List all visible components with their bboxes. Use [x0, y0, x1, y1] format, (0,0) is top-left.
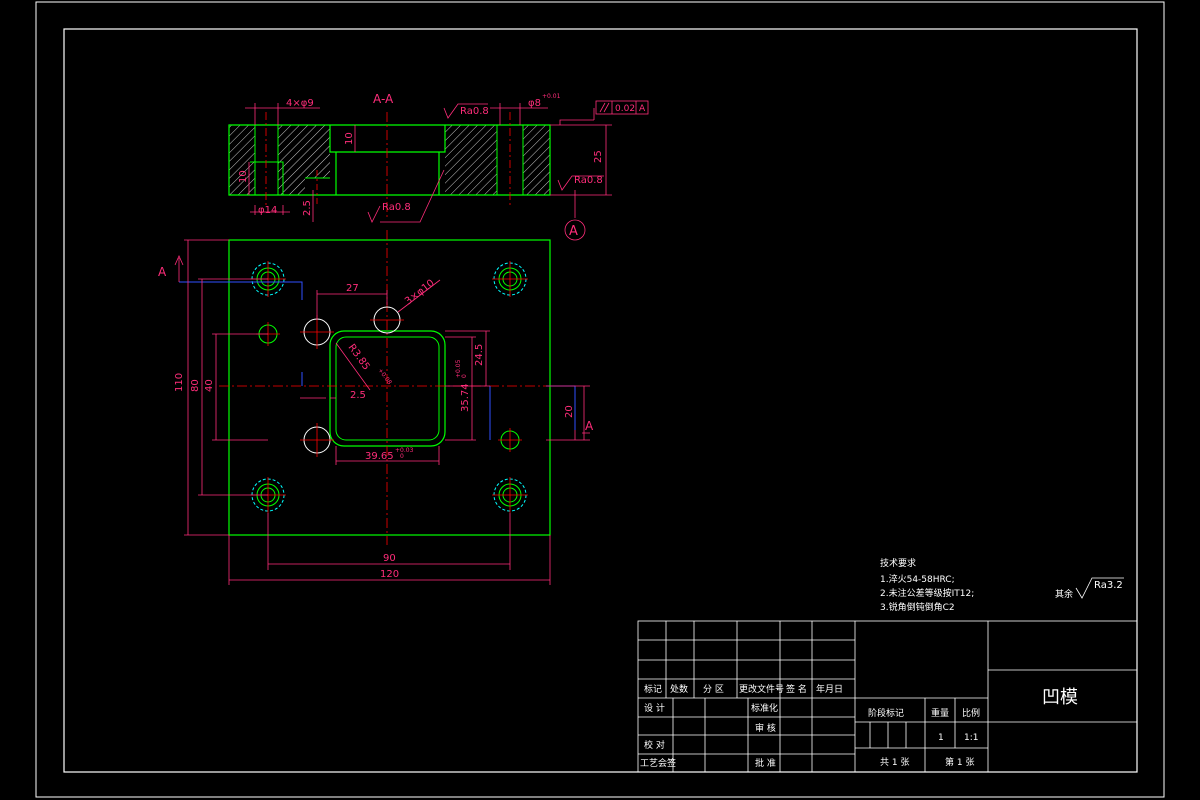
dim-counterbore-depth: 10 [238, 170, 249, 183]
pin-hole-label: φ8 [528, 98, 541, 109]
roughness-prefix: 其余 [1055, 588, 1073, 600]
tb-process: 工艺会签 [640, 757, 676, 769]
tb-approve: 批 准 [755, 757, 776, 769]
notes-line-3: 3.锐角倒钝倒角C2 [880, 601, 955, 613]
roughness-left: Ra0.8 [460, 106, 489, 117]
outer-frame [35, 1, 1165, 798]
dim-cavity-h: 35.74 [460, 383, 471, 412]
datum-bubble: A [569, 224, 578, 239]
drawing-canvas: 4×φ9 A-A Ra0.8 φ8 +0.01 0.02 A 25 10 10 … [35, 1, 1165, 798]
tb-total-sheets: 共 1 张 [880, 757, 909, 768]
counterbore-holes [250, 261, 528, 513]
section-cut-line [179, 281, 576, 440]
plan-view: A A 110 80 40 90 120 27 3×φ10 24.5 35.74… [158, 230, 594, 585]
tb-header-5: 年月日 [816, 683, 843, 695]
tb-header-1: 处数 [670, 683, 688, 695]
tb-standardize: 标准化 [751, 702, 778, 714]
notes-line-1: 1.淬火54-58HRC; [880, 573, 955, 585]
inner-frame [63, 28, 1138, 773]
dim-pins: 3×φ10 [403, 278, 437, 308]
dim-2-5: 2.5 [350, 390, 366, 401]
pin-3 [300, 423, 334, 457]
tb-review: 审 核 [755, 722, 776, 734]
dim-40: 40 [204, 379, 215, 392]
tb-sheet-no: 第 1 张 [945, 756, 974, 768]
tb-design: 设 计 [644, 702, 665, 714]
dim-cavity-w: 39.65 [365, 451, 394, 462]
tb-weight: 重量 [931, 707, 949, 719]
parallel-tol: 0.02 [615, 104, 635, 114]
notes-line-2: 2.未注公差等级按IT12; [880, 587, 974, 599]
dim-20: 20 [564, 405, 575, 418]
dim-80: 80 [190, 379, 201, 392]
tb-header-3: 更改文件号 [739, 683, 784, 695]
section-view: 4×φ9 A-A Ra0.8 φ8 +0.01 0.02 A 25 10 10 … [228, 92, 649, 241]
tb-weight-value: 1 [938, 733, 944, 743]
dim-27: 27 [346, 283, 359, 294]
tb-scale: 比例 [962, 707, 980, 719]
roughness-value: Ra3.2 [1094, 580, 1123, 591]
dim-step-2-5: 2.5 [302, 200, 313, 216]
tb-header-4: 签 名 [786, 683, 807, 695]
tb-header-0: 标记 [644, 683, 662, 695]
section-mark-right: A [585, 419, 594, 433]
roughness-bottom: Ra0.8 [382, 202, 411, 213]
tb-check: 校 对 [644, 739, 665, 751]
notes-heading: 技术要求 [880, 557, 916, 569]
tb-scale-value: 1:1 [964, 733, 978, 743]
title-block-text: 标记 处数 分 区 更改文件号 签 名 年月日 设 计 标准化 审 核 校 对 … [640, 683, 1078, 769]
dim-radius: R3.85 [346, 342, 372, 372]
dim-24-5: 24.5 [474, 344, 485, 366]
technical-notes: 技术要求 1.淬火54-58HRC; 2.未注公差等级按IT12; 3.锐角倒钝… [880, 557, 1124, 613]
pin-hole-tol: +0.01 [542, 93, 561, 100]
section-title: A-A [373, 92, 394, 106]
dim-counterbore-dia: φ14 [258, 205, 277, 216]
dim-110: 110 [174, 373, 185, 392]
dim-cavity-w-tol-low: 0 [400, 453, 404, 460]
dim-cavity-h-tol-low: 0 [461, 374, 468, 378]
dim-120: 120 [380, 569, 399, 580]
datum-ref: A [639, 104, 646, 114]
tb-header-2: 分 区 [703, 684, 724, 695]
hole-br [492, 477, 528, 513]
dim-90: 90 [383, 553, 396, 564]
part-name: 凹模 [1042, 687, 1078, 708]
dim-radius-tol: +0.08 [376, 367, 393, 386]
dim-cavity-w-tol: +0.03 [395, 447, 414, 454]
tb-stage-mark: 阶段标记 [868, 707, 904, 719]
label-holes-top: 4×φ9 [286, 98, 314, 109]
dim-height-25: 25 [593, 150, 604, 163]
roughness-right: Ra0.8 [574, 175, 603, 186]
hole-tr [492, 261, 528, 297]
dim-depth-10: 10 [344, 132, 355, 145]
section-mark-left: A [158, 265, 167, 279]
dowel-2 [498, 428, 522, 452]
pin-1 [300, 315, 334, 349]
